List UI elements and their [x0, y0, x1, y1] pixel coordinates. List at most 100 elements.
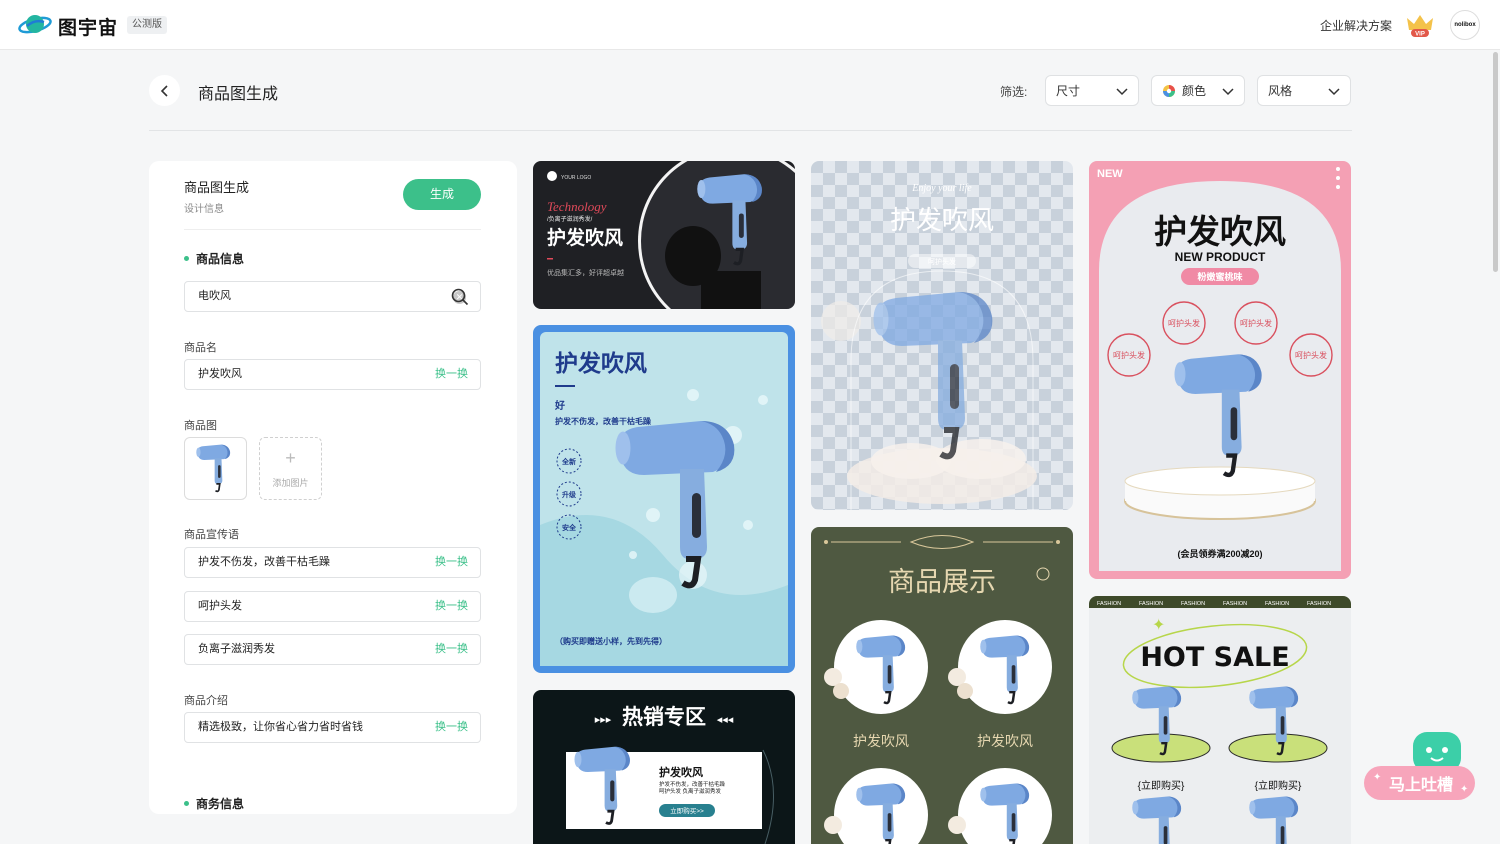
mascot-icon: ✦ ✦ 马上吐槽: [1364, 732, 1475, 800]
svg-text:▸▸▸: ▸▸▸: [595, 714, 612, 726]
product-name-value: 护发吹风: [198, 368, 242, 380]
panel-subtitle: 设计信息: [184, 204, 224, 215]
product-image-thumbnail[interactable]: [184, 437, 247, 500]
user-avatar[interactable]: nolibox: [1450, 10, 1480, 40]
back-button[interactable]: [149, 75, 180, 106]
template-title: 热销专区: [622, 705, 706, 729]
size-filter-label: 尺寸: [1056, 84, 1081, 98]
product-name-input[interactable]: 护发吹风 换一换: [184, 359, 481, 390]
template-card-dark-tech[interactable]: YOUR LOGO Technology /负离子滋润秀发/ 护发吹风 优品集汇…: [533, 161, 795, 309]
template-preview: Enjoy your life 护发吹风 呵护头发: [811, 161, 1073, 510]
product-image-label: 商品图: [184, 420, 217, 432]
section-dot: [184, 256, 189, 261]
business-info-heading: 商务信息: [184, 795, 244, 812]
search-value: 电吹风: [198, 290, 231, 302]
product-intro-input[interactable]: 精选极致，让你省心省力省时省钱 换一换: [184, 712, 481, 743]
slogan-input-2[interactable]: 呵护头发 换一换: [184, 591, 481, 622]
slogan-value: 负离子滋润秀发: [198, 643, 275, 655]
feedback-floating-button[interactable]: ✦ ✦ 马上吐槽: [1363, 730, 1476, 802]
business-info-label: 商务信息: [196, 797, 245, 811]
beta-badge: 公测版: [127, 16, 167, 34]
badge-text: 全新: [561, 457, 576, 466]
vip-label: VIP: [1415, 32, 1425, 38]
style-filter-label: 风格: [1268, 84, 1293, 98]
strip-text: FASHION: [1223, 601, 1247, 607]
template-caption: 优品集汇多，好评超卓越: [547, 268, 624, 277]
slogan-value: 呵护头发: [198, 600, 242, 612]
template-card-green-showcase[interactable]: 商品展示 护发吹风 护发吹风: [811, 527, 1073, 844]
pill-text: 呵护头发: [928, 257, 956, 266]
slogan-input-3[interactable]: 负离子滋润秀发 换一换: [184, 634, 481, 665]
badge-text: 升级: [562, 490, 577, 499]
stamp-text: 呵护头发: [1168, 318, 1200, 328]
strip-text: FASHION: [1307, 601, 1331, 607]
template-title: 护发吹风: [890, 205, 994, 235]
template-title: HOT SALE: [1140, 642, 1289, 673]
top-navigation-bar: 图宇宙 公测版 企业解决方案 VIP nolibox: [0, 0, 1500, 50]
template-footer: (会员领券满200减20): [1177, 548, 1262, 559]
template-footer: （购买即赠送小样，先到先得）: [555, 636, 667, 646]
template-title: 商品展示: [888, 567, 996, 597]
search-icon[interactable]: [451, 288, 469, 306]
style-filter-dropdown[interactable]: 风格: [1257, 75, 1351, 106]
vip-crown-icon[interactable]: VIP: [1404, 12, 1436, 38]
generate-button[interactable]: 生成: [403, 179, 481, 210]
brand-name[interactable]: 图宇宙: [58, 13, 118, 40]
add-image-button[interactable]: + 添加图片: [259, 437, 322, 500]
enterprise-solutions-link[interactable]: 企业解决方案: [1320, 17, 1392, 34]
product-intro-value: 精选极致，让你省心省力省时省钱: [198, 721, 363, 733]
strip-text: FASHION: [1265, 601, 1289, 607]
product-line: 护发不伤发，改善干枯毛躁: [659, 780, 726, 788]
template-card-transparent[interactable]: Enjoy your life 护发吹风 呵护头发: [811, 161, 1073, 510]
planet-logo-icon[interactable]: [18, 11, 52, 39]
stamp-text: 呵护头发: [1113, 350, 1145, 360]
template-preview: NEW 护发吹风 NEW PRODUCT 粉嫩蜜桃味 呵护头发 呵护头发 呵护头…: [1089, 161, 1351, 579]
product-intro-label: 商品介绍: [184, 695, 228, 707]
buy-now-button: 立即购买>>: [670, 806, 704, 815]
template-preview: 护发吹风 好 护发不伤发，改善干枯毛躁 全新 升级 安全 （购买即赠送小样，先到…: [533, 325, 795, 673]
swap-button[interactable]: 换一换: [435, 548, 468, 577]
swap-button[interactable]: 换一换: [435, 713, 468, 742]
svg-text:✦: ✦: [1373, 772, 1381, 783]
template-card-blue-water[interactable]: 护发吹风 好 护发不伤发，改善干枯毛躁 全新 升级 安全 （购买即赠送小样，先到…: [533, 325, 795, 673]
slogan-input-1[interactable]: 护发不伤发，改善干枯毛躁 换一换: [184, 547, 481, 578]
filter-label: 筛选:: [1000, 85, 1028, 99]
template-preview: 商品展示 护发吹风 护发吹风: [811, 527, 1073, 844]
slogan-value: 护发不伤发，改善干枯毛躁: [198, 556, 330, 568]
swap-button[interactable]: 换一换: [435, 360, 468, 389]
badge-text: 安全: [562, 523, 577, 532]
template-preview: FASHION FASHION FASHION FASHION FASHION …: [1089, 596, 1351, 844]
panel-title: 商品图生成: [184, 180, 250, 195]
color-wheel-icon: [1163, 85, 1175, 97]
color-filter-dropdown[interactable]: 颜色: [1151, 75, 1245, 106]
header-divider: [149, 130, 1352, 131]
template-title: 护发吹风: [547, 226, 623, 249]
template-card-pink-new[interactable]: NEW 护发吹风 NEW PRODUCT 粉嫩蜜桃味 呵护头发 呵护头发 呵护头…: [1089, 161, 1351, 579]
item-label: 护发吹风: [977, 734, 1033, 750]
new-label: NEW: [1097, 168, 1123, 180]
template-preview: YOUR LOGO Technology /负离子滋润秀发/ 护发吹风 优品集汇…: [533, 161, 795, 309]
product-name-label: 商品名: [184, 342, 217, 354]
template-subtitle: NEW PRODUCT: [1175, 250, 1266, 264]
script-text: Enjoy your life: [911, 183, 972, 194]
template-title: 护发吹风: [1154, 213, 1286, 250]
chevron-down-icon: [1222, 88, 1234, 96]
product-name: 护发吹风: [659, 765, 703, 779]
template-preview: 热销专区 ▸▸▸ ◂◂◂ 护发吹风 护发不伤发，改善干枯毛躁 呵护头发 负离子滋…: [533, 690, 795, 844]
svg-text:✦: ✦: [1460, 784, 1468, 795]
product-info-heading: 商品信息: [184, 250, 244, 267]
swap-button[interactable]: 换一换: [435, 592, 468, 621]
swap-button[interactable]: 换一换: [435, 635, 468, 664]
stamp-text: 呵护头发: [1295, 350, 1327, 360]
product-info-label: 商品信息: [196, 252, 245, 266]
section-dot: [184, 801, 189, 806]
page-title: 商品图生成: [198, 86, 279, 103]
page-scrollbar[interactable]: [1493, 52, 1498, 272]
template-title: 护发吹风: [555, 350, 647, 376]
product-search-input[interactable]: 电吹风 ✕: [184, 281, 481, 312]
template-card-hot-sale[interactable]: FASHION FASHION FASHION FASHION FASHION …: [1089, 596, 1351, 844]
template-subtitle: 护发不伤发，改善干枯毛躁: [555, 416, 651, 426]
template-card-hot-zone[interactable]: 热销专区 ▸▸▸ ◂◂◂ 护发吹风 护发不伤发，改善干枯毛躁 呵护头发 负离子滋…: [533, 690, 795, 844]
size-filter-dropdown[interactable]: 尺寸: [1045, 75, 1139, 106]
item-label: 护发吹风: [853, 734, 909, 750]
